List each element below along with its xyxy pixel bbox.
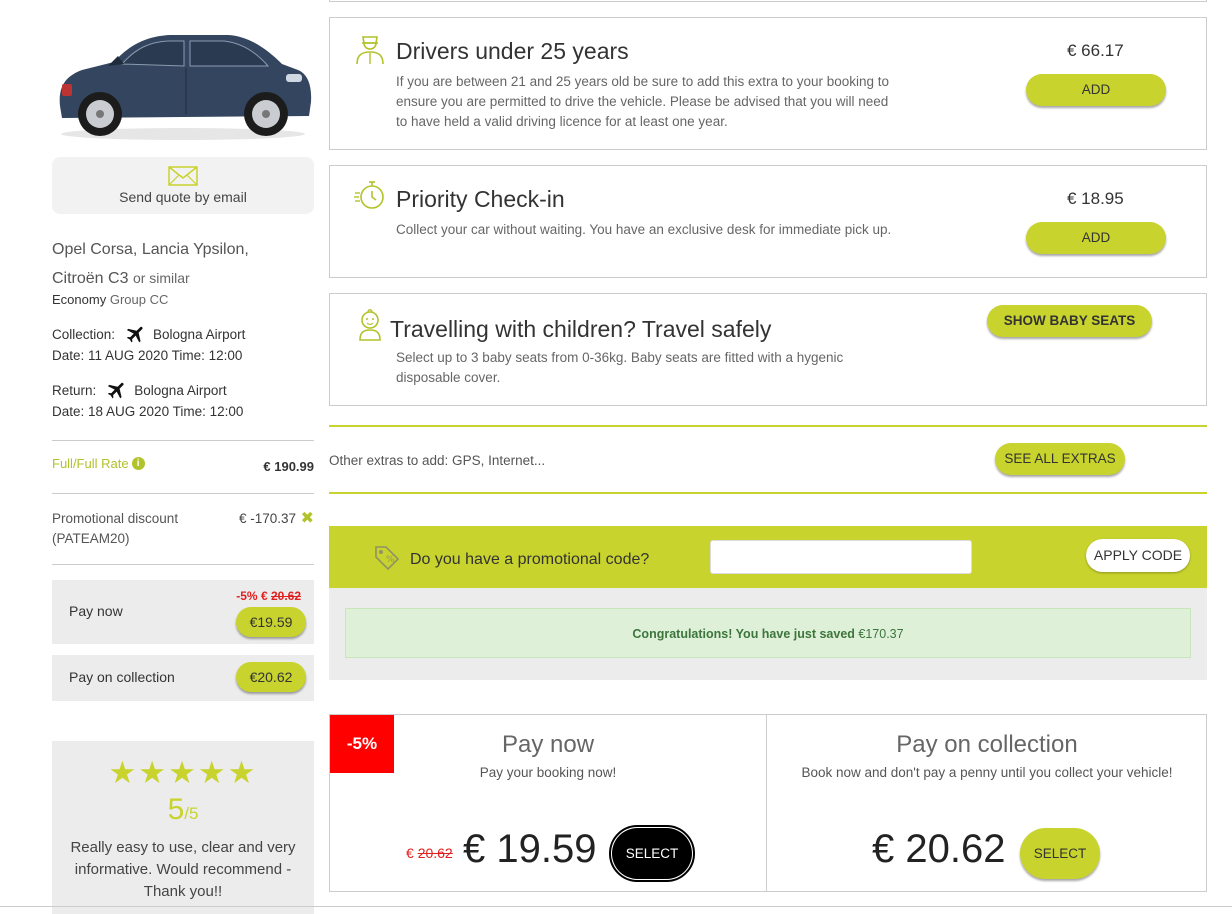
collection-datetime: Date: 11 AUG 2020 Time: 12:00: [52, 348, 243, 363]
divider: [52, 440, 314, 441]
divider: [52, 493, 314, 494]
pay-now-old-price: -5% € 20.62: [236, 589, 301, 603]
promo-result-area: Congratulations! You have just saved €17…: [329, 588, 1207, 680]
divider: [52, 564, 314, 565]
extra-card-baby-seats: Travelling with children? Travel safely …: [329, 293, 1207, 406]
baby-icon: [359, 309, 381, 341]
return-datetime: Date: 18 AUG 2020 Time: 12:00: [52, 404, 244, 419]
rate-row: Full/Full Rate i € 190.99: [52, 456, 314, 474]
extra-card-priority-checkin: Priority Check-in Collect your car witho…: [329, 165, 1207, 278]
promo-code-input[interactable]: [710, 540, 972, 574]
extra-title: Priority Check-in: [396, 186, 565, 212]
add-priority-checkin-button[interactable]: ADD: [1026, 222, 1166, 254]
extra-title: Drivers under 25 years: [396, 38, 629, 64]
review-text: Really easy to use, clear and very infor…: [70, 839, 296, 900]
customer-review: ★★★★★ 5/5 Really easy to use, clear and …: [52, 741, 314, 914]
extra-description: Select up to 3 baby seats from 0-36kg. B…: [396, 350, 844, 385]
old-price-currency: €: [406, 845, 414, 861]
promo-code-section: % Do you have a promotional code? APPLY …: [329, 526, 1207, 588]
info-icon[interactable]: i: [131, 457, 145, 470]
promo-success-message: Congratulations! You have just saved €17…: [345, 608, 1191, 658]
promo-code-prompt: Do you have a promotional code?: [410, 551, 650, 568]
rate-label[interactable]: Full/Full Rate: [52, 456, 129, 471]
pay-now-title: Pay now: [501, 731, 595, 758]
review-score-value: 5: [167, 793, 185, 826]
other-extras-text: Other extras to add: GPS, Internet...: [329, 453, 546, 468]
promo-discount-row: Promotional discount (PATEAM20) € -170.3…: [52, 509, 314, 549]
add-young-driver-button[interactable]: ADD: [1026, 74, 1166, 106]
pay-collection-title: Pay on collection: [896, 731, 1078, 758]
return-label: Return:: [52, 382, 97, 398]
promo-code-label: (PATEAM20): [52, 531, 130, 546]
svg-text:%: %: [386, 555, 395, 565]
pay-collection-price: € 20.62: [872, 827, 1006, 871]
send-quote-label: Send quote by email: [119, 189, 247, 205]
collection-label: Collection:: [52, 326, 116, 342]
select-pay-collection-button[interactable]: SELECT: [1020, 828, 1100, 879]
promo-discount-value: € -170.37: [239, 511, 297, 526]
divider: [329, 425, 1207, 427]
saved-amount: €170.37: [858, 627, 904, 641]
old-price-value: 20.62: [417, 845, 453, 861]
extra-price: € 18.95: [1067, 189, 1124, 208]
star-rating-icon: ★★★★★: [108, 755, 258, 790]
remove-promo-icon[interactable]: ✖: [301, 509, 314, 529]
car-group-name: Economy: [52, 292, 107, 307]
car-image: [59, 35, 312, 140]
pay-collection-label: Pay on collection: [69, 669, 175, 685]
collection-location: Bologna Airport: [153, 326, 246, 342]
return-location: Bologna Airport: [134, 382, 227, 398]
pay-now-label: Pay now: [69, 603, 123, 619]
airplane-icon: [126, 326, 143, 343]
car-group-code: Group CC: [109, 292, 169, 307]
pay-now-discount: -5% €: [236, 589, 268, 603]
review-score: 5/5: [52, 793, 314, 827]
review-score-max: /5: [184, 804, 199, 823]
previous-card-edge: [329, 0, 1207, 2]
see-all-extras-button[interactable]: SEE ALL EXTRAS: [995, 443, 1125, 475]
extra-card-young-driver: Drivers under 25 years If you are betwee…: [329, 17, 1207, 150]
extra-price: € 66.17: [1067, 41, 1124, 60]
show-baby-seats-button[interactable]: SHOW BABY SEATS: [987, 305, 1152, 337]
return-row: Return: Bologna Airport: [52, 379, 227, 401]
divider: [329, 492, 1207, 494]
payment-options: -5% Pay now Pay your booking now! € 20.6…: [329, 714, 1207, 892]
pay-now-strikethrough: 20.62: [270, 589, 301, 603]
congrats-text: Congratulations! You have just saved: [632, 627, 855, 641]
car-model-name: Opel Corsa, Lancia Ypsilon, Citroën C3 o…: [52, 236, 314, 293]
pay-collection-subtitle: Book now and don't pay a penny until you…: [801, 765, 1173, 780]
extra-title: Travelling with children? Travel safely: [390, 316, 772, 342]
apply-code-button[interactable]: APPLY CODE: [1086, 539, 1190, 572]
pay-now-price: € 19.59: [463, 827, 597, 871]
select-pay-now-button[interactable]: SELECT: [609, 825, 695, 882]
pay-now-price-button[interactable]: €19.59: [236, 607, 306, 637]
divider: [0, 906, 1232, 907]
extra-description: Collect your car without waiting. You ha…: [396, 222, 892, 237]
rate-value: € 190.99: [263, 459, 314, 474]
stopwatch-icon: [354, 181, 384, 209]
price-tag-icon: %: [375, 546, 400, 571]
envelope-icon: [168, 166, 198, 186]
send-quote-button[interactable]: Send quote by email: [52, 157, 314, 214]
car-group: Economy Group CC: [52, 292, 168, 307]
airplane-icon: [108, 382, 124, 399]
extra-description: If you are between 21 and 25 years old b…: [396, 74, 890, 129]
pay-now-subtitle: Pay your booking now!: [479, 765, 617, 780]
car-name-line1: Opel Corsa, Lancia Ypsilon,: [52, 241, 249, 258]
pay-now-old-price: € 20.62: [406, 845, 453, 861]
driver-icon: [356, 36, 384, 65]
collection-row: Collection: Bologna Airport: [52, 323, 245, 345]
pay-now-summary: Pay now -5% € 20.62 €19.59: [52, 580, 314, 644]
or-similar-label: or similar: [132, 270, 190, 286]
pay-collection-summary: Pay on collection €20.62: [52, 655, 314, 701]
car-name-line2: Citroën C3: [52, 270, 129, 287]
pay-collection-price-button[interactable]: €20.62: [236, 662, 306, 692]
